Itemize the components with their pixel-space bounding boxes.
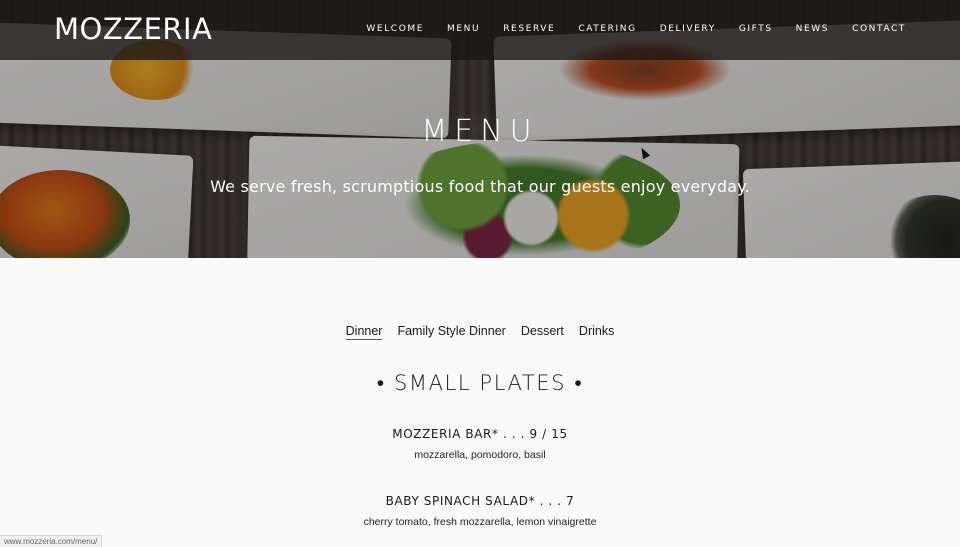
page-title: MENU <box>421 114 539 149</box>
menu-tabs: Dinner Family Style Dinner Dessert Drink… <box>0 324 960 340</box>
site-logo[interactable]: MOZZERIA <box>54 12 212 46</box>
nav-contact[interactable]: CONTACT <box>852 24 906 34</box>
hero-subtitle: We serve fresh, scrumptious food that ou… <box>210 177 750 196</box>
tab-family-style-dinner[interactable]: Family Style Dinner <box>397 324 505 340</box>
top-navigation-bar: MOZZERIA WELCOME MENU RESERVE CATERING D… <box>0 0 960 60</box>
nav-catering[interactable]: CATERING <box>578 24 636 34</box>
main-nav: WELCOME MENU RESERVE CATERING DELIVERY G… <box>366 24 906 34</box>
nav-delivery[interactable]: DELIVERY <box>660 24 716 34</box>
nav-news[interactable]: NEWS <box>796 24 829 34</box>
menu-item-name: MOZZERIA BAR* . . . 9 / 15 <box>392 427 568 441</box>
nav-reserve[interactable]: RESERVE <box>503 24 555 34</box>
section-title: • SMALL PLATES • <box>376 371 584 395</box>
status-bar-url: www.mozzeria.com/menu/ <box>0 535 103 547</box>
tab-dinner[interactable]: Dinner <box>345 324 383 340</box>
menu-item-name: BABY SPINACH SALAD* . . . 7 <box>385 494 575 508</box>
tab-dessert[interactable]: Dessert <box>521 324 564 340</box>
nav-menu[interactable]: MENU <box>447 24 480 34</box>
menu-item-description: cherry tomato, fresh mozzarella, lemon v… <box>363 516 597 528</box>
hero-banner: MOZZERIA WELCOME MENU RESERVE CATERING D… <box>0 0 960 258</box>
nav-welcome[interactable]: WELCOME <box>366 24 424 34</box>
menu-item-description: mozzarella, pomodoro, basil <box>414 449 546 461</box>
nav-gifts[interactable]: GIFTS <box>739 24 773 34</box>
tab-drinks[interactable]: Drinks <box>579 324 614 340</box>
